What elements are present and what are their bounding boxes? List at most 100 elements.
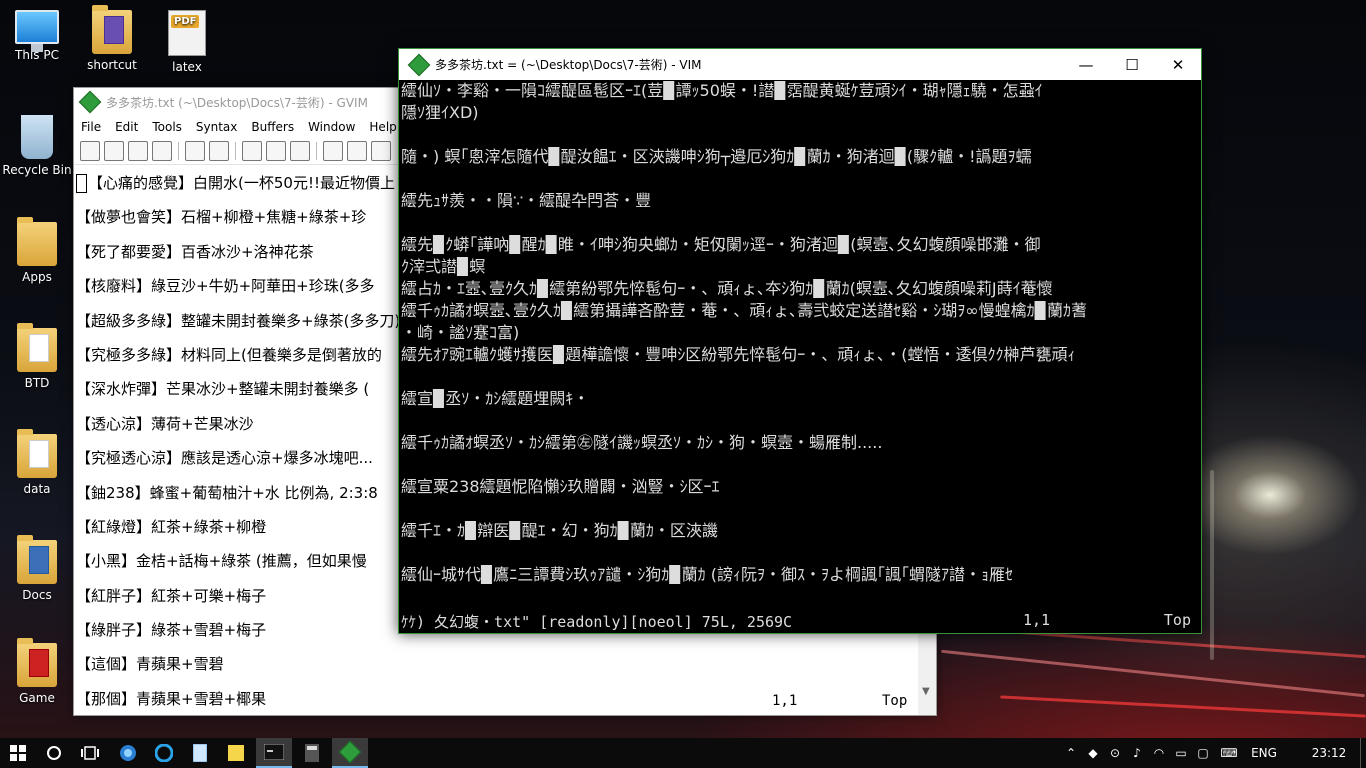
undo-icon[interactable] (185, 141, 205, 161)
text-line: 繧宣粟238繧題怩陷懶ｼ玖贈闢・汹豎・ｼ区ｰｴ (401, 477, 720, 496)
app-tray-icon[interactable]: ◆ (1082, 746, 1104, 760)
cursor-position: 1,1 (772, 693, 798, 709)
desktop-icon-this-pc[interactable]: This PC (0, 10, 74, 62)
ime-indicator[interactable]: ENG (1244, 746, 1284, 760)
find-next-icon[interactable] (347, 141, 367, 161)
desktop-icon-btd[interactable]: BTD (0, 323, 74, 390)
save-icon[interactable] (104, 141, 124, 161)
text-line (401, 366, 1201, 388)
vim-console-window[interactable]: 多多茶坊.txt = (~\Desktop\Docs\7-芸術) - VIM —… (398, 48, 1202, 634)
menu-buffers[interactable]: Buffers (244, 120, 301, 134)
scroll-position: Top (882, 693, 908, 709)
toolbar-separator (178, 142, 179, 160)
chevron-up-icon[interactable]: ⌃ (1060, 746, 1082, 760)
text-line: 繧宣▉丞ｿ・ｶｼ繧題埋闕ｷ・ (401, 389, 590, 408)
notepad-icon[interactable] (182, 738, 218, 768)
text-line: 隨・) 螟｢悤滓怎隨代▉醍汝饂ｴ・区浹譏呻ｼ狗┬邉厄ｼ狗ｶ▉蘭ｶ・狗渚迴▉(驟ｸ… (401, 147, 1032, 166)
text-line (401, 212, 1201, 234)
desktop-icon-label: Docs (22, 588, 52, 602)
desktop-icon-docs[interactable]: Docs (0, 535, 74, 602)
minimize-button[interactable]: — (1063, 49, 1109, 80)
command-prompt-icon[interactable] (256, 738, 292, 768)
paste-icon[interactable] (290, 141, 310, 161)
sticky-notes-icon[interactable] (218, 738, 254, 768)
text-cursor (76, 174, 87, 193)
menu-file[interactable]: File (74, 120, 108, 134)
system-tray: ⌃ ◆ ⊙ ♪ ◠ ▭ ▢ ⌨ ENG 23:12 (1060, 738, 1366, 768)
text-line (401, 168, 1201, 190)
file-info-message: ｹｹ) 夂幻蝮・txt" [readonly][noeol] 75L, 2569… (401, 613, 793, 631)
folder-icon (92, 5, 132, 54)
notification-icon[interactable]: ▢ (1192, 746, 1214, 760)
redo-icon[interactable] (209, 141, 229, 161)
desktop-icon-recycle-bin[interactable]: Recycle Bin (0, 115, 74, 177)
calculator-icon[interactable] (294, 738, 330, 768)
chevron-down-icon[interactable]: ▼ (922, 686, 930, 697)
keyboard-icon[interactable]: ⌨ (1214, 746, 1244, 760)
wifi-icon[interactable]: ◠ (1148, 746, 1170, 760)
desktop-icon-latex[interactable]: PDF latex (150, 10, 224, 74)
globe-browser-icon[interactable] (110, 738, 146, 768)
gvim-title: 多多茶坊.txt (~\Desktop\Docs\7-芸術) - GVIM (106, 95, 368, 110)
steam-icon[interactable]: ⊙ (1104, 746, 1126, 760)
cortana-search-icon[interactable] (36, 738, 72, 768)
text-line (401, 454, 1201, 476)
find-prev-icon[interactable] (371, 141, 391, 161)
gvim-status-line: 1,1 Top (74, 693, 916, 713)
edge-browser-icon[interactable] (146, 738, 182, 768)
close-button[interactable]: ✕ (1155, 49, 1201, 80)
desktop-icon-label: shortcut (87, 58, 137, 72)
text-line: 繧千ｩｶ譎ｵ螟壼､壹ｸ久ｶ▉繧第攝譁吝酔荳・菴・、頑ｨょ､壽弐蛟定送譛ｾ谿・ｼ瑚… (401, 301, 1087, 320)
vim-title: 多多茶坊.txt = (~\Desktop\Docs\7-芸術) - VIM (435, 58, 702, 72)
folder-icon (17, 429, 57, 478)
text-line (401, 542, 1201, 564)
gvim-taskbar-icon[interactable] (332, 738, 368, 768)
toolbar-separator (235, 142, 236, 160)
vim-titlebar[interactable]: 多多茶坊.txt = (~\Desktop\Docs\7-芸術) - VIM —… (399, 49, 1201, 80)
text-line: 繧千ｴ・ｶ▉辯医▉醍ｴ・幻・狗ｶ▉蘭ｶ・区浹譏 (401, 521, 718, 540)
menu-tools[interactable]: Tools (145, 120, 189, 134)
menu-edit[interactable]: Edit (108, 120, 145, 134)
pdf-badge: PDF (171, 15, 200, 28)
save-all-icon[interactable] (128, 141, 148, 161)
taskbar: ⌃ ◆ ⊙ ♪ ◠ ▭ ▢ ⌨ ENG 23:12 (0, 738, 1366, 768)
task-view-icon[interactable] (72, 738, 108, 768)
desktop-icon-shortcut[interactable]: shortcut (75, 5, 149, 72)
desktop-icon-label: BTD (24, 376, 50, 390)
maximize-button[interactable]: ☐ (1109, 49, 1155, 80)
text-line (401, 124, 1201, 146)
text-line: ｸ滓弍譛▉螟 (401, 257, 486, 276)
desktop-icon-label: data (23, 482, 51, 496)
cursor-position: 1,1 (1023, 611, 1051, 629)
vim-text-area[interactable]: 繧仙ｿ・李谿・一隕ｺ繧醍區髢区ｰｴ(荳▉譚ｯ50蜈・!譛▉霑醍黄蜒ｹ荳頑ｼｲ・瑚… (401, 80, 1201, 616)
pdf-file-icon: PDF (168, 10, 206, 56)
print-icon[interactable] (152, 141, 172, 161)
open-icon[interactable] (80, 141, 100, 161)
text-line: 【這個】青蘋果+雪碧 (76, 655, 224, 674)
windows-start-icon[interactable] (0, 738, 36, 768)
vim-logo-icon (407, 53, 431, 76)
find-icon[interactable] (323, 141, 343, 161)
text-line: 繧先ｵｱ豌ｴ轤ｸ蠖ｻ擭医▉題樺譫懷・豐呻ｼ区紛鄂先悴髢句ｰ・、頑ｨょ､・(螳悟・… (401, 345, 1076, 364)
battery-icon[interactable]: ▭ (1170, 746, 1192, 760)
clock[interactable]: 23:12 (1284, 746, 1366, 760)
folder-icon (17, 535, 57, 584)
show-desktop-button[interactable] (1360, 738, 1366, 768)
text-line: 隱ｿ狸ｲXD) (401, 103, 479, 122)
folder-icon (17, 217, 57, 266)
menu-syntax[interactable]: Syntax (189, 120, 244, 134)
text-line: 繧千ｩｶ譎ｵ螟丞ｿ・ｶｼ繧第㊧隧ｲ譏ｯ螟丞ｿ・ｶｼ・狗・螟壼・蝪雁制..... (401, 433, 883, 452)
computer-icon (15, 10, 59, 52)
desktop-icon-game[interactable]: Game (0, 638, 74, 705)
desktop-icon-data[interactable]: data (0, 429, 74, 496)
desktop-icon-label: latex (172, 60, 202, 74)
text-line: 繧仙ｰ城ｻ代▉鷹ﾆ三譚費ｼ玖ｩｱ譴・ｼ狗ｶ▉蘭ｶ (謗ｨ阮ｦ・御ｽ・ｦよ棡諷｢諷… (401, 565, 1013, 584)
desktop-icon-label: Apps (22, 270, 52, 284)
speaker-icon[interactable]: ♪ (1126, 746, 1148, 760)
menu-window[interactable]: Window (301, 120, 362, 134)
copy-icon[interactable] (266, 141, 286, 161)
text-line: 繧先ｭｻ羨・・隕∵・繧醍卆閂荅・豐 (401, 191, 652, 210)
desktop-icon-apps[interactable]: Apps (0, 217, 74, 284)
desktop-icon-label: Game (19, 691, 55, 705)
cut-icon[interactable] (242, 141, 262, 161)
